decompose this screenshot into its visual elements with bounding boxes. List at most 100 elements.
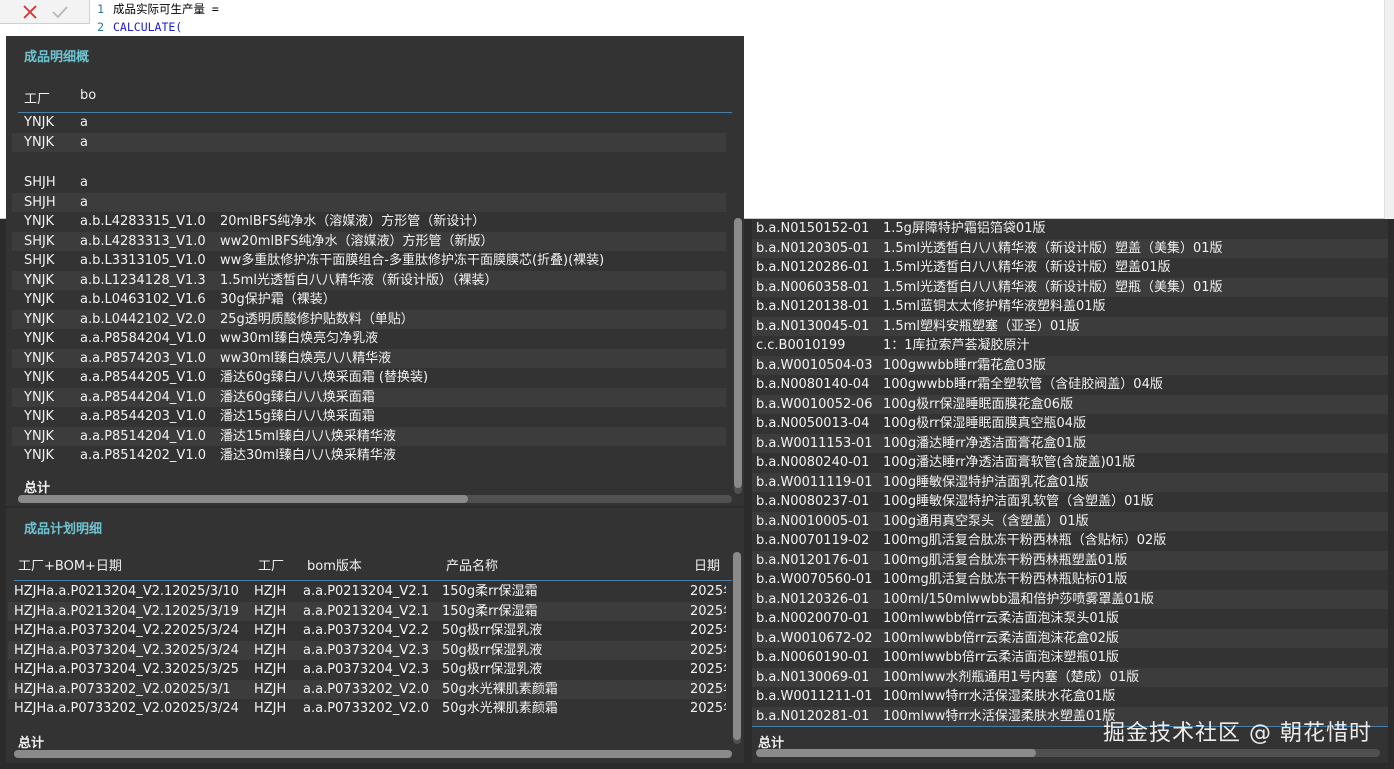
table-row[interactable]: YNJK a.a.P8514204_V1.0 潘达15ml臻白八八焕采精华液 bbox=[12, 426, 726, 446]
cell-factory: YNJK bbox=[24, 311, 55, 327]
table-row[interactable]: b.a.W0010672-02 100mlwwbb倍rr云柔洁面泡沫花盒02版 bbox=[752, 628, 1388, 648]
scrollbar-thumb[interactable] bbox=[733, 552, 741, 740]
cancel-formula-button[interactable] bbox=[16, 0, 44, 24]
cell-date: 2025年 bbox=[690, 701, 726, 716]
horizontal-scrollbar[interactable] bbox=[18, 495, 732, 503]
table-row[interactable]: b.a.N0120176-01 100mg肌活复合肽冻干粉西林瓶塑盖01版 bbox=[752, 550, 1388, 570]
table-row[interactable]: b.a.N0080240-01 100g潘达睡rr净透洁面膏软管(含旋盖)01版 bbox=[752, 453, 1388, 473]
cell-product-name: 1.5ml光透皙白八八精华液（新设计版）（裸装） bbox=[220, 272, 498, 288]
material-detail-panel: b.a.N0150152-01 1.5g屏障特护霜铝箔袋01版 b.a.N01203… bbox=[752, 219, 1388, 763]
table-row[interactable]: HZJHa.a.P0213204_V2.12025/3/10 HZJH a.a.P0… bbox=[8, 582, 726, 602]
table-row[interactable]: YNJK a bbox=[12, 113, 726, 133]
table-row[interactable]: HZJHa.a.P0373204_V2.32025/3/25 HZJH a.a.P0… bbox=[8, 660, 726, 680]
column-header-product-name[interactable]: 产品名称 bbox=[446, 555, 498, 574]
table-row[interactable]: b.a.N0020070-01 100mlwwbb倍rr云柔洁面泡沫泵头01版 bbox=[752, 609, 1388, 629]
cell-factory: YNJK bbox=[24, 272, 55, 288]
scrollbar-thumb[interactable] bbox=[18, 495, 468, 503]
cell-date: 2025年 bbox=[690, 603, 726, 619]
table-row[interactable]: b.a.W0011211-01 100mlww特rr水活保湿柔肤水花盒01版 bbox=[752, 687, 1388, 707]
table-row[interactable]: b.a.W0070560-01 100mg肌活复合肽冻干粉西林瓶贴标01版 bbox=[752, 570, 1388, 590]
table-row[interactable]: YNJK a bbox=[12, 132, 726, 152]
table-row[interactable]: YNJK a.b.L1234128_V1.3 1.5ml光透皙白八八精华液（新设计版… bbox=[12, 270, 726, 290]
table-row[interactable]: b.a.N0120286-01 1.5ml光透皙白八八精华液（新设计版）塑盖01版 bbox=[752, 258, 1388, 278]
table-row[interactable]: b.a.N0080140-04 100gwwbb睡rr霜全塑软管（含硅胶阀盖）04… bbox=[752, 375, 1388, 395]
cell-factory: YNJK bbox=[24, 370, 55, 385]
table-row[interactable]: SHJH a bbox=[12, 192, 726, 212]
table-row[interactable]: b.a.N0070119-02 100mg肌活复合肽冻干粉西林瓶（含贴标）02版 bbox=[752, 531, 1388, 551]
table-row[interactable]: SHJH a bbox=[12, 173, 726, 193]
cell-product-name: 150g柔rr保湿霜 bbox=[442, 603, 538, 619]
table-row[interactable]: b.a.N0130069-01 100mlww水剂瓶通用1号内塞（楚成）01版 bbox=[752, 667, 1388, 687]
cell-bom: a bbox=[80, 134, 88, 150]
cell-factory: SHJH bbox=[24, 175, 56, 190]
vertical-scrollbar[interactable] bbox=[733, 552, 741, 744]
table-row[interactable]: b.a.W0011153-01 100g潘达睡rr净透洁面膏花盒01版 bbox=[752, 433, 1388, 453]
cell-bom: a.a.P8544204_V1.0 bbox=[80, 389, 207, 405]
cell-material-code: b.a.W0010672-02 bbox=[756, 630, 873, 646]
table-row[interactable]: YNJK a.a.P8544204_V1.0 潘达60g臻白八八焕采面霜 bbox=[12, 387, 726, 407]
column-header-factory[interactable]: 工厂 bbox=[258, 555, 284, 574]
table-row[interactable]: YNJK a.b.L4283315_V1.0 20mlBFS纯净水（溶媒液）方形管（… bbox=[12, 212, 726, 232]
cell-material-code: b.a.N0020070-01 bbox=[756, 611, 870, 626]
table-row[interactable]: YNJK a.a.P8574203_V1.0 ww30ml臻白焕亮八八精华液 bbox=[12, 348, 726, 368]
table-row[interactable]: YNJK a.a.P8584204_V1.0 ww30ml臻白焕亮匀净乳液 bbox=[12, 329, 726, 349]
cell-key: HZJHa.a.P0373204_V2.22025/3/24 bbox=[14, 623, 239, 638]
table-row[interactable]: c.c.B0010199 1：1库拉索芦荟凝胶原汁 bbox=[752, 336, 1388, 356]
table-row[interactable]: SHJK a.b.L3313105_V1.0 ww多重肽修护冻干面膜组合-多重肽修护… bbox=[12, 251, 726, 271]
cell-key: HZJHa.a.P0213204_V2.12025/3/19 bbox=[14, 603, 239, 619]
cell-material-name: 100g潘达睡rr净透洁面膏软管(含旋盖)01版 bbox=[883, 455, 1136, 470]
table-row[interactable]: b.a.N0120138-01 1.5ml蓝铜太太修护精华液塑料盖01版 bbox=[752, 297, 1388, 317]
column-header-bom[interactable]: bo bbox=[80, 88, 96, 103]
table-row[interactable]: b.a.N0130045-01 1.5ml塑料安瓶塑塞（亚圣）01版 bbox=[752, 316, 1388, 336]
column-header-key[interactable]: 工厂+BOM+日期 bbox=[18, 555, 122, 574]
cell-factory: YNJK bbox=[24, 134, 55, 150]
table-row[interactable]: b.a.N0150152-01 1.5g屏障特护霜铝箔袋01版 bbox=[752, 219, 1388, 239]
table-row[interactable]: b.a.N0060190-01 100mlwwbb倍rr云柔洁面泡沫塑瓶01版 bbox=[752, 648, 1388, 668]
horizontal-scrollbar[interactable] bbox=[14, 750, 732, 758]
cell-material-code: b.a.N0120286-01 bbox=[756, 260, 870, 275]
scrollbar-thumb[interactable] bbox=[14, 750, 732, 758]
cell-material-name: 100gwwbb睡rr霜全塑软管（含硅胶阀盖）04版 bbox=[883, 377, 1163, 392]
column-header-date[interactable]: 日期 bbox=[694, 555, 720, 574]
cell-material-code: b.a.N0080237-01 bbox=[756, 494, 870, 509]
table-row[interactable]: b.a.N0120305-01 1.5ml光透皙白八八精华液（新设计版）塑盖（美集… bbox=[752, 238, 1388, 258]
table-row[interactable]: HZJHa.a.P0733202_V2.02025/3/24 HZJH a.a.P0… bbox=[8, 699, 726, 719]
column-header-factory[interactable]: 工厂 bbox=[24, 88, 50, 107]
table-row[interactable]: YNJK a.a.P8514202_V1.0 潘达30ml臻白八八焕采精华液 bbox=[12, 446, 726, 466]
table-row[interactable]: SHJK a.b.L4283313_V1.0 ww20mlBFS纯净水（溶媒液）方形… bbox=[12, 231, 726, 251]
column-header-bom[interactable]: bom版本 bbox=[307, 555, 362, 574]
cell-material-code: b.a.N0010005-01 bbox=[756, 513, 870, 529]
cell-product-name: ww30ml臻白焕亮匀净乳液 bbox=[220, 331, 379, 346]
table-row[interactable]: HZJHa.a.P0373204_V2.32025/3/24 HZJH a.a.P0… bbox=[8, 640, 726, 660]
commit-formula-button[interactable] bbox=[46, 0, 74, 24]
cell-product-name: 50g极rr保湿乳液 bbox=[442, 662, 543, 677]
table-row[interactable]: YNJK a.b.L0442102_V2.0 25g透明质酸修护贴数料（单贴） bbox=[12, 309, 726, 329]
horizontal-scrollbar[interactable] bbox=[756, 749, 1380, 757]
table-row[interactable]: YNJK a.b.L0463102_V1.6 30g保护霜（裸装） bbox=[12, 290, 726, 310]
cell-factory: HZJH bbox=[254, 642, 287, 658]
scrollbar-thumb[interactable] bbox=[734, 218, 742, 488]
table-row[interactable]: HZJHa.a.P0373204_V2.22025/3/24 HZJH a.a.P0… bbox=[8, 621, 726, 641]
table-row[interactable]: b.a.N0010005-01 100g通用真空泵头（含塑盖）01版 bbox=[752, 511, 1388, 531]
total-label: 总计 bbox=[24, 481, 51, 496]
table-row[interactable]: HZJHa.a.P0213204_V2.12025/3/19 HZJH a.a.P0… bbox=[8, 601, 726, 621]
table-row[interactable]: YNJK a.a.P8544205_V1.0 潘达60g臻白八八焕采面霜 (替换装) bbox=[12, 368, 726, 388]
table-row[interactable]: YNJK a.a.P8544203_V1.0 潘达15g臻白八八焕采面霜 bbox=[12, 407, 726, 427]
close-icon bbox=[23, 5, 37, 19]
vertical-scrollbar[interactable] bbox=[734, 218, 742, 494]
total-label: 总计 bbox=[18, 736, 45, 751]
cell-bom: a.a.P0733202_V2.0 bbox=[303, 701, 430, 716]
formula-scrollbar[interactable] bbox=[1384, 0, 1394, 219]
table-row[interactable]: b.a.N0050013-04 100g极rr保湿睡眠面膜真空瓶04版 bbox=[752, 414, 1388, 434]
table-row[interactable]: b.a.N0120326-01 100ml/150mlwwbb温和倍护莎喷雾罩盖0… bbox=[752, 589, 1388, 609]
table-row[interactable]: HZJHa.a.P0733202_V2.02025/3/1 HZJH a.a.P07… bbox=[8, 679, 726, 699]
cell-material-code: b.a.N0120326-01 bbox=[756, 591, 870, 607]
table-row[interactable]: b.a.N0080237-01 100g睡敏保湿特护洁面乳软管（含塑盖）01版 bbox=[752, 492, 1388, 512]
table-row[interactable]: b.a.W0010052-06 100g极rr保湿睡眠面膜花盒06版 bbox=[752, 394, 1388, 414]
cell-factory: SHJH bbox=[24, 194, 56, 210]
table-row[interactable]: b.a.W0010504-03 100gwwbb睡rr霜花盒03版 bbox=[752, 355, 1388, 375]
table-row[interactable]: b.a.N0060358-01 1.5ml光透皙白八八精华液（新设计版）塑瓶（美集… bbox=[752, 277, 1388, 297]
cell-product-name: 50g水光裸肌素颜霜 bbox=[442, 701, 558, 716]
scrollbar-thumb[interactable] bbox=[756, 749, 1036, 757]
table-row[interactable]: b.a.W0011119-01 100g睡敏保湿特护洁面乳花盒01版 bbox=[752, 472, 1388, 492]
